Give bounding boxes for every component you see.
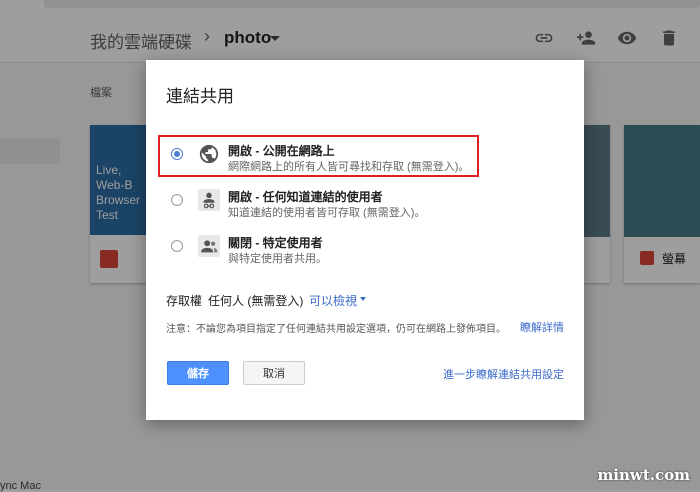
dialog-title: 連結共用 [166,87,234,106]
option-anyone-with-link[interactable]: 開啟 - 任何知道連結的使用者 知道連結的使用者皆可存取 (無需登入)。 [166,182,546,224]
access-value: 任何人 (無需登入) [208,294,304,308]
radio-button[interactable] [171,194,183,206]
link-user-icon [198,189,220,211]
link-sharing-dialog: 連結共用 開啟 - 公開在網路上 網際網路上的所有人皆可尋找和存取 (無需登入)… [146,60,584,420]
option-description: 知道連結的使用者皆可存取 (無需登入)。 [228,207,426,219]
option-title: 關閉 - 特定使用者 [228,236,323,250]
save-button[interactable]: 儲存 [167,361,229,385]
sharing-note: 注意：不論您為項目指定了任何連結共用設定選項，仍可在網路上發佈項目。 [166,324,506,335]
watermark-logo: minwt.com [597,466,690,484]
highlight-box [158,135,479,177]
radio-button[interactable] [171,240,183,252]
permission-dropdown[interactable]: 可以檢視 [309,292,357,309]
option-title: 開啟 - 任何知道連結的使用者 [228,190,383,204]
learn-more-link[interactable]: 進一步瞭解連結共用設定 [443,366,564,382]
access-label: 存取權 [166,294,203,308]
chevron-down-icon[interactable] [360,297,366,301]
people-icon [198,235,220,257]
cancel-button[interactable]: 取消 [243,361,305,385]
option-description: 與特定使用者共用。 [228,253,327,265]
learn-details-link[interactable]: 瞭解詳情 [520,319,564,335]
option-specific-people[interactable]: 關閉 - 特定使用者 與特定使用者共用。 [166,228,546,270]
